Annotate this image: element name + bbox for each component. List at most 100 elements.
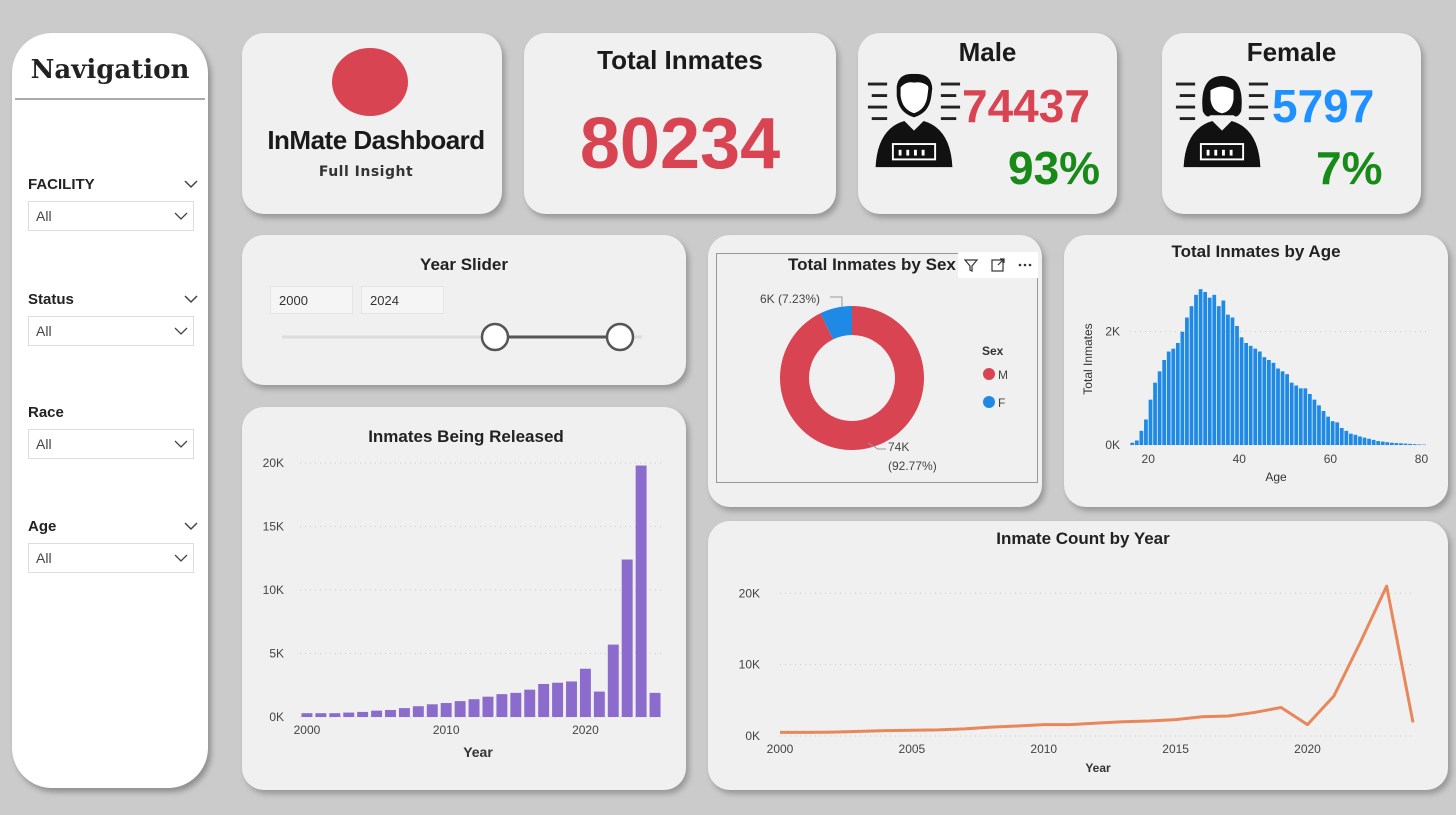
x-tick-label: 2015 (1162, 742, 1189, 756)
bar (1335, 422, 1340, 445)
bar (1175, 343, 1180, 445)
x-tick-label: 80 (1415, 452, 1429, 466)
bar (468, 699, 480, 717)
chevron-down-icon (174, 440, 188, 448)
bar (454, 701, 466, 717)
bar (1389, 442, 1394, 445)
bar (1207, 297, 1212, 445)
x-axis-label: Age (1265, 470, 1287, 484)
status-dropdown[interactable]: All (28, 316, 194, 346)
bar (1194, 294, 1198, 445)
year-slider-title: Year Slider (420, 255, 508, 274)
male-person-icon (867, 73, 961, 168)
chevron-down-icon (174, 212, 188, 220)
bar (398, 708, 410, 717)
slice-label-f: 6K (7.23%) (760, 292, 820, 306)
age-bar-chart: 0K 2K 20 40 60 80 Age Total Inmates (1081, 289, 1429, 484)
bar (1399, 443, 1403, 445)
filter-race-label: Race (28, 403, 64, 421)
bar (524, 689, 536, 717)
y-tick-label: 10K (739, 658, 760, 672)
bar (1303, 388, 1308, 445)
female-percent-value: 7% (1316, 142, 1383, 194)
y-tick-label: 20K (263, 456, 284, 470)
year-start-input[interactable]: 2000 (270, 286, 353, 314)
filter-race: Race All (28, 401, 198, 459)
year-end-input[interactable]: 2024 (361, 286, 444, 314)
bar (1353, 434, 1358, 445)
navigation-panel: Navigation FACILITY All Status All Race … (12, 33, 208, 788)
bar (1321, 411, 1326, 445)
bar (440, 703, 452, 717)
year-line-chart: 0K 10K 20K 2000 2005 2010 2015 2020 Year (739, 584, 1415, 775)
bar (315, 713, 327, 717)
total-inmates-card: Total Inmates 80234 (524, 33, 836, 214)
x-tick-label: 2020 (1294, 742, 1321, 756)
filter-age-label: Age (28, 517, 57, 535)
bar (1385, 442, 1390, 445)
bar (1257, 351, 1262, 445)
bar (566, 681, 577, 717)
x-axis-label: Year (1085, 761, 1111, 775)
legend-title: Sex (982, 344, 1004, 358)
year-range-slider[interactable] (272, 321, 642, 355)
bar (593, 691, 605, 717)
bar (1394, 443, 1399, 445)
bar (1330, 421, 1335, 445)
bar (1348, 433, 1353, 445)
bar (1317, 405, 1321, 445)
header-card: InMate Dashboard Full Insight (242, 33, 502, 214)
bar (1216, 306, 1221, 445)
bar (1271, 362, 1276, 445)
y-tick-label: 0K (269, 710, 284, 724)
bar (1253, 348, 1258, 445)
male-card: Male 74437 93% (858, 33, 1117, 214)
female-person-icon (1175, 75, 1269, 168)
bar (385, 710, 396, 717)
navigation-title: Navigation (30, 55, 190, 85)
bar (621, 559, 633, 717)
y-tick-label: 0K (1105, 438, 1120, 452)
bar (1367, 438, 1371, 445)
bar (1276, 368, 1280, 445)
legend-marker (983, 396, 995, 408)
bar (1144, 419, 1148, 445)
bar (1235, 326, 1239, 445)
age-dropdown-value: All (36, 550, 52, 566)
bar (1139, 430, 1144, 445)
bar (1212, 294, 1217, 445)
x-tick-label: 2010 (433, 723, 460, 737)
bar (1403, 443, 1408, 445)
y-tick-label: 2K (1105, 325, 1120, 339)
bar (1380, 441, 1385, 445)
facility-dropdown[interactable]: All (28, 201, 194, 231)
bar (510, 692, 522, 717)
age-dropdown[interactable]: All (28, 543, 194, 573)
bar (607, 644, 619, 717)
race-dropdown[interactable]: All (28, 429, 194, 459)
year-line-chart-card: Inmate Count by Year 0K 10K 20K 2000 2005 201… (708, 521, 1448, 790)
donut-slice (780, 306, 924, 450)
sex-chart-card: Total Inmates by Sex 6K (7.23%) 74K (92.77… (708, 235, 1042, 507)
bar (1289, 382, 1294, 445)
chevron-down-icon[interactable] (184, 177, 198, 191)
y-tick-label: 15K (263, 520, 284, 534)
slider-end-handle[interactable] (605, 322, 635, 352)
bar (496, 694, 508, 717)
chevron-down-icon[interactable] (184, 519, 198, 533)
bar (1166, 351, 1171, 445)
released-bar-chart: 0K 5K 10K 15K 20K 2000 2010 2020 Year (263, 456, 662, 760)
released-chart-card: Inmates Being Released 0K 5K 10K 15K 20K 2000… (242, 407, 686, 790)
filter-status-label: Status (28, 290, 74, 308)
female-label: Female (1246, 37, 1337, 67)
slider-start-handle[interactable] (480, 322, 510, 352)
series-line (780, 584, 1415, 734)
navigation-divider (15, 98, 205, 100)
facility-dropdown-value: All (36, 208, 52, 224)
bar (1171, 348, 1176, 445)
y-tick-label: 20K (739, 586, 760, 600)
logo-circle (332, 48, 408, 116)
chevron-down-icon[interactable] (184, 292, 198, 306)
bar (1203, 292, 1208, 445)
bar (1130, 442, 1135, 445)
